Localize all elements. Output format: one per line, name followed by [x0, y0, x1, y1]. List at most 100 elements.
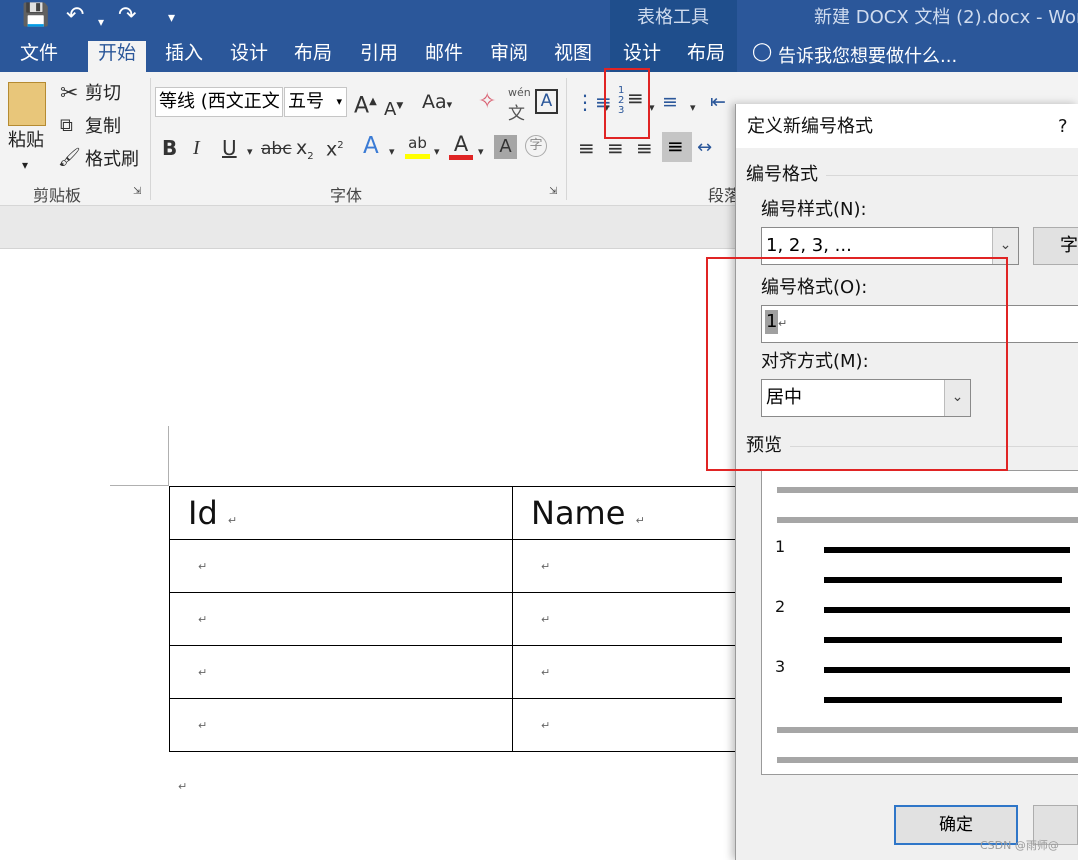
- paragraph-mark: ↵: [198, 559, 208, 573]
- section-number-format: 编号格式: [746, 164, 818, 185]
- preview-line: [824, 577, 1062, 583]
- number-style-label: 编号样式(N):: [761, 199, 867, 220]
- text-effects-dropdown-icon[interactable]: ▾: [389, 140, 395, 164]
- chevron-down-icon: ▾: [336, 95, 342, 108]
- divider: [566, 78, 567, 200]
- tab-mailings[interactable]: 邮件: [415, 41, 473, 72]
- format-painter-icon[interactable]: 🖌: [58, 146, 81, 170]
- tell-me-box[interactable]: 告诉我您想要做什么...: [778, 42, 957, 68]
- highlight-icon[interactable]: ab: [405, 134, 430, 159]
- header-id: Id: [188, 494, 218, 532]
- decrease-indent-icon[interactable]: ⇤: [710, 90, 726, 114]
- copy-icon[interactable]: ⧉: [60, 114, 73, 138]
- paste-icon[interactable]: [8, 82, 46, 126]
- tab-table-layout[interactable]: 布局: [677, 41, 735, 72]
- tab-review[interactable]: 审阅: [480, 41, 538, 72]
- margin-mark: [110, 485, 169, 486]
- undo-icon[interactable]: ↶: [66, 4, 84, 28]
- tab-home[interactable]: 开始: [88, 41, 147, 72]
- font-color-icon[interactable]: A: [449, 132, 473, 160]
- paste-button[interactable]: 粘贴: [8, 130, 44, 152]
- preview-line: [824, 547, 1070, 553]
- align-center-icon[interactable]: ≡: [607, 136, 624, 160]
- redo-icon[interactable]: ↷: [118, 4, 136, 28]
- help-button[interactable]: ?: [1058, 116, 1068, 138]
- multilevel-list-icon[interactable]: ≡: [662, 90, 678, 114]
- preview-line: [824, 697, 1062, 703]
- header-name: Name: [531, 494, 626, 532]
- font-launcher-icon[interactable]: ⇲: [549, 186, 557, 197]
- paragraph-mark: ↵: [541, 665, 551, 679]
- italic-icon[interactable]: I: [193, 136, 200, 160]
- paragraph-mark: ↵: [541, 612, 551, 626]
- underline-icon[interactable]: U: [222, 136, 237, 160]
- paragraph-mark: ↵: [227, 514, 238, 527]
- font-group-label: 字体: [330, 186, 363, 205]
- clipboard-launcher-icon[interactable]: ⇲: [133, 186, 141, 197]
- font-button[interactable]: 字: [1033, 227, 1078, 265]
- divider: [826, 175, 1078, 176]
- undo-dropdown-icon[interactable]: ▾: [98, 10, 104, 34]
- table-cell[interactable]: ↵: [169, 592, 513, 646]
- phonetic-guide-icon[interactable]: wén 文: [508, 86, 531, 124]
- highlight-format-area: [706, 257, 1008, 471]
- tab-design[interactable]: 设计: [220, 41, 278, 72]
- preview-number: 3: [775, 657, 786, 676]
- preview-line: [824, 607, 1070, 613]
- grow-font-icon[interactable]: A▲: [354, 90, 377, 118]
- clipboard-group-label: 剪贴板: [33, 186, 82, 205]
- table-cell[interactable]: ↵: [169, 698, 513, 752]
- table-cell[interactable]: ↵: [169, 539, 513, 593]
- font-size-input[interactable]: 五号 ▾: [284, 87, 347, 117]
- divider: [150, 78, 151, 200]
- table-cell[interactable]: ↵: [169, 645, 513, 699]
- paragraph-mark: ↵: [178, 780, 188, 793]
- watermark: CSDN @雨师@: [980, 839, 1059, 852]
- change-case-label: Aa: [422, 91, 447, 113]
- preview-line: [777, 487, 1078, 493]
- change-case-icon[interactable]: Aa▾: [422, 90, 452, 117]
- tab-file[interactable]: 文件: [10, 41, 68, 72]
- font-button-label: 字: [1060, 235, 1078, 256]
- clear-formatting-icon[interactable]: ✧: [478, 90, 496, 114]
- highlight-numbering-button: [604, 68, 650, 139]
- table-cell[interactable]: Id ↵: [169, 486, 513, 540]
- paste-dropdown-icon[interactable]: ▾: [22, 154, 28, 176]
- pinyin-label: wén: [508, 86, 531, 99]
- tab-references[interactable]: 引用: [350, 41, 408, 72]
- distributed-icon[interactable]: ↔: [697, 136, 712, 160]
- preview-line: [824, 637, 1062, 643]
- superscript-icon[interactable]: x2: [326, 134, 344, 161]
- tab-layout[interactable]: 布局: [284, 41, 342, 72]
- preview-number: 1: [775, 537, 786, 556]
- align-left-icon[interactable]: ≡: [578, 136, 595, 160]
- preview-line: [777, 517, 1078, 523]
- text-effects-icon[interactable]: A: [363, 134, 379, 158]
- bold-icon[interactable]: B: [162, 136, 177, 160]
- format-painter-button[interactable]: 格式刷: [85, 149, 139, 171]
- copy-button[interactable]: 复制: [85, 116, 121, 138]
- save-icon[interactable]: 💾: [22, 4, 49, 28]
- shrink-font-icon[interactable]: A▼: [384, 94, 403, 122]
- tab-insert[interactable]: 插入: [155, 41, 213, 72]
- tab-view[interactable]: 视图: [544, 41, 602, 72]
- scissors-icon[interactable]: ✂: [60, 82, 78, 106]
- paragraph-mark: ↵: [198, 665, 208, 679]
- font-name-value: 等线 (西文正文: [159, 91, 280, 112]
- subscript-icon[interactable]: x2: [296, 136, 314, 169]
- underline-dropdown-icon[interactable]: ▾: [247, 140, 253, 164]
- font-name-input[interactable]: 等线 (西文正文: [155, 87, 283, 117]
- justify-icon[interactable]: ≡: [662, 132, 692, 162]
- paragraph-mark: ↵: [198, 612, 208, 626]
- align-right-icon[interactable]: ≡: [636, 136, 653, 160]
- character-shading-icon[interactable]: A: [494, 135, 517, 159]
- customize-toolbar-icon[interactable]: ▾: [168, 6, 175, 30]
- character-border-icon[interactable]: A: [535, 89, 558, 114]
- highlight-dropdown-icon[interactable]: ▾: [434, 140, 440, 164]
- multilevel-dropdown-icon[interactable]: ▾: [690, 96, 696, 120]
- enclose-characters-icon[interactable]: 字: [525, 135, 547, 157]
- preview-number: 2: [775, 597, 786, 616]
- strikethrough-icon[interactable]: abc: [261, 137, 292, 161]
- font-color-dropdown-icon[interactable]: ▾: [478, 140, 484, 164]
- cut-button[interactable]: 剪切: [85, 83, 121, 105]
